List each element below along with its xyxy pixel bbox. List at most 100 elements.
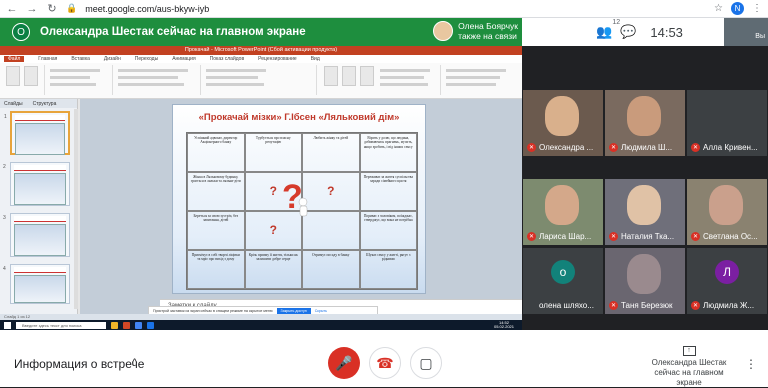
address-bar[interactable]: meet.google.com/aus-bkyw-iyb <box>85 4 706 14</box>
participant-name: олена шляхо... <box>539 301 594 310</box>
chrome-icon[interactable] <box>135 321 142 329</box>
participant-tile[interactable]: о олена шляхо... <box>523 248 603 314</box>
ppt-tab[interactable]: Дизайн <box>104 56 121 62</box>
participant-name: Лариса Шар... <box>539 232 592 241</box>
ppt-tab[interactable]: Показ слайдов <box>210 56 244 62</box>
table-cell: Пригнічує в собі творчі ліцівки та мріє … <box>187 250 245 289</box>
presenting-status[interactable]: ↑ Олександра Шестак сейчас на главном эк… <box>644 345 734 388</box>
shapes-icon[interactable] <box>324 66 338 86</box>
end-call-button[interactable]: ☎ <box>369 347 401 379</box>
folder-icon[interactable] <box>111 321 118 329</box>
styles-icon[interactable] <box>360 66 374 86</box>
participant-avatar: о <box>551 260 575 284</box>
participant-tile[interactable]: ✕ Лариса Шар... <box>523 179 603 245</box>
speaker-status: также на связи <box>458 31 517 41</box>
table-cell: Успішний адвокат, директор Акціонерного … <box>187 133 245 172</box>
table-cell: Вірить у долю, що людина, добиваючись пр… <box>359 133 417 172</box>
ppt-tab[interactable]: Главная <box>38 56 57 62</box>
table-cell: Береться за свою зустріч, без запитання,… <box>187 211 245 250</box>
participant-grid: ✕ Олександра ... ✕ Людмила Ш... ✕ Алла Кривен… <box>522 46 768 330</box>
participant-tile[interactable]: ✕ Наталия Тка... <box>605 179 685 245</box>
reload-icon[interactable]: ↻ <box>46 2 58 15</box>
ppt-tab[interactable]: Рецензирование <box>258 56 297 62</box>
taskbar-search[interactable]: Введите здесь текст для поиска <box>16 321 106 329</box>
table-cell: Любить жінку та дітей <box>302 133 360 172</box>
phone-icon: ☎ <box>376 354 394 371</box>
paste-icon[interactable] <box>6 66 20 86</box>
ppt-tab[interactable]: Вид <box>311 56 320 62</box>
svg-text:?: ? <box>282 178 303 216</box>
participant-tile[interactable]: ✕ Алла Кривен... <box>687 90 767 156</box>
participant-tile[interactable]: ✕ Светлана Ос... <box>687 179 767 245</box>
participant-name: Олександра ... <box>539 143 594 152</box>
participant-name: Алла Кривен... <box>703 143 758 152</box>
ppt-tab[interactable]: Файл <box>4 56 25 62</box>
start-icon[interactable] <box>4 321 11 329</box>
mic-muted-icon: ✕ <box>527 143 536 152</box>
ppt-title-bar: Прокачай - Microsoft PowerPoint (Сбой ак… <box>0 46 522 55</box>
participant-name: Наталия Тка... <box>621 232 675 241</box>
browser-menu-icon[interactable]: ⋮ <box>752 3 762 14</box>
notice-stop-button[interactable]: Закрыть доступ <box>276 307 311 314</box>
slide-thumbnail[interactable]: 3 <box>3 213 70 257</box>
new-slide-icon[interactable] <box>24 66 38 86</box>
meeting-info-button[interactable]: Информация о встрече <box>14 357 144 371</box>
chat-icon[interactable]: 💬 <box>620 24 636 40</box>
mic-off-icon: 🎤 <box>335 354 353 371</box>
slide-title: «Прокачай мізки» Г.Ібсен «Ляльковий дім» <box>198 112 400 123</box>
meet-header-right: 👥 12 💬 14:53 Вы <box>522 18 768 46</box>
participant-name: Людмила Ш... <box>621 143 673 152</box>
table-cell: Шукає сенсу у житті, рятує з рідними <box>359 250 417 289</box>
ppt-tab[interactable]: Анимация <box>172 56 195 62</box>
table-cell: Турбується про власну репутацію <box>244 133 302 172</box>
ppt-tab[interactable]: Вставка <box>71 56 90 62</box>
chevron-up-icon[interactable]: ^ <box>132 357 137 369</box>
slide-editor: «Прокачай мізки» Г.Ібсен «Ляльковий дім»… <box>80 99 602 314</box>
participant-video <box>627 185 661 225</box>
participant-avatar: Л <box>715 260 739 284</box>
word-icon[interactable] <box>147 321 154 329</box>
table-cell: Жінка в Ляльковому будинку, грається в л… <box>187 172 245 211</box>
slides-scrollbar[interactable] <box>74 109 78 309</box>
mic-muted-icon: ✕ <box>527 232 536 241</box>
browser-toolbar: ← → ↻ 🔒 meet.google.com/aus-bkyw-iyb ☆ N… <box>0 0 768 18</box>
camera-icon: ▢ <box>419 354 433 371</box>
camera-button[interactable]: ▢ <box>410 347 442 379</box>
lock-icon[interactable]: 🔒 <box>66 3 77 14</box>
ppt-ribbon <box>0 63 522 99</box>
participant-tile[interactable]: ✕ Олександра ... <box>523 90 603 156</box>
table-cell: Переживає за життя суспільства заради сі… <box>359 172 417 211</box>
mic-muted-icon: ✕ <box>691 232 700 241</box>
forward-icon[interactable]: → <box>26 3 38 15</box>
mic-off-button[interactable]: 🎤 <box>328 347 360 379</box>
slide-thumbnail[interactable]: 2 <box>3 162 70 206</box>
profile-avatar[interactable]: N <box>731 2 744 15</box>
ppt-tab[interactable]: Переходы <box>135 56 158 62</box>
table-cell: Отримує посаду в банку <box>302 250 360 289</box>
people-count: 12 <box>612 19 621 26</box>
participant-tile[interactable]: ✕ Таня Березюк <box>605 248 685 314</box>
outline-tab[interactable]: Структура <box>33 101 57 107</box>
mic-muted-icon: ✕ <box>609 301 618 310</box>
present-label: Олександра Шестак <box>651 358 727 367</box>
powerpoint-window: Прокачай - Microsoft PowerPoint (Сбой ак… <box>0 46 602 330</box>
self-view[interactable]: Вы <box>724 18 768 46</box>
powerpoint-icon[interactable] <box>123 321 130 329</box>
presenting-banner: О Олександра Шестак сейчас на главном эк… <box>0 18 522 46</box>
back-icon[interactable]: ← <box>6 3 18 15</box>
current-slide[interactable]: «Прокачай мізки» Г.Ібсен «Ляльковий дім»… <box>172 104 426 294</box>
participant-video <box>627 96 661 136</box>
mic-muted-icon: ✕ <box>691 143 700 152</box>
slide-thumbnail[interactable]: 4 <box>3 264 70 304</box>
mic-muted-icon: ✕ <box>609 232 618 241</box>
more-options-icon[interactable]: ⋮ <box>745 357 757 371</box>
slides-tab[interactable]: Слайды <box>4 101 23 107</box>
people-icon[interactable]: 👥 12 <box>596 19 620 40</box>
presentation-stage: Прокачай - Microsoft PowerPoint (Сбой ак… <box>0 46 602 330</box>
bookmark-star-icon[interactable]: ☆ <box>714 3 723 14</box>
participant-tile[interactable]: Л ✕ Людмила Ж... <box>687 248 767 314</box>
participant-tile[interactable]: ✕ Людмила Ш... <box>605 90 685 156</box>
arrange-icon[interactable] <box>342 66 356 86</box>
notice-hide-link[interactable]: Скрыть <box>315 309 327 313</box>
slide-thumbnail[interactable]: 1 <box>4 111 70 155</box>
